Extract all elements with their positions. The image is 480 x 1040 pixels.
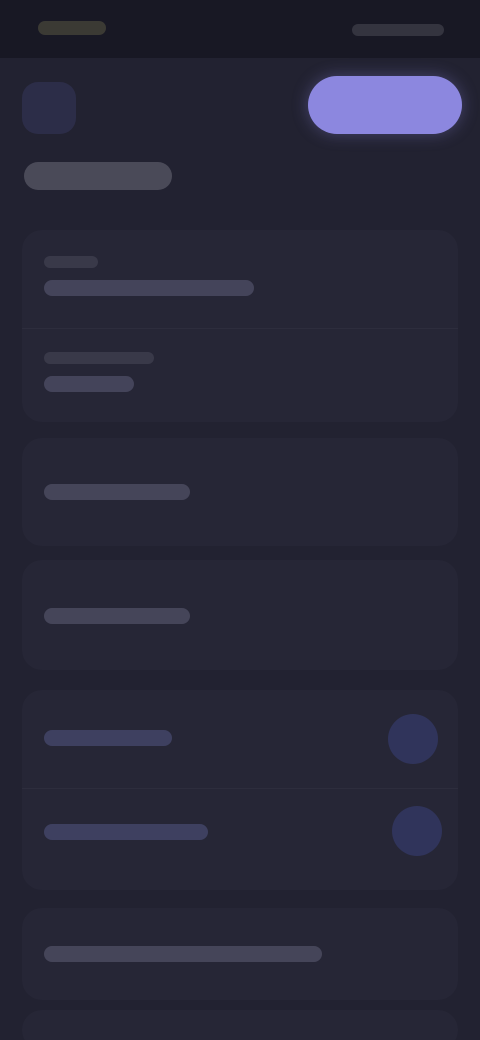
header-bar xyxy=(0,58,480,154)
screen xyxy=(0,0,480,1040)
status-bar xyxy=(0,0,480,58)
field-label-1 xyxy=(44,256,98,268)
field-value-1[interactable] xyxy=(44,280,254,296)
option-panel-2[interactable] xyxy=(22,560,458,670)
toggle-panel xyxy=(22,690,458,890)
page-title xyxy=(24,162,172,190)
field-label-2 xyxy=(44,352,154,364)
option-panel-1[interactable] xyxy=(22,438,458,546)
back-button[interactable] xyxy=(22,82,76,134)
status-icons xyxy=(352,24,444,36)
toggle-row-label-1 xyxy=(44,730,172,746)
toggle-switch-1[interactable] xyxy=(388,714,438,764)
detail-panel xyxy=(22,230,458,422)
footer-panel[interactable] xyxy=(22,908,458,1000)
field-value-2[interactable] xyxy=(44,376,134,392)
panel-divider-2 xyxy=(22,788,458,789)
toggle-switch-2[interactable] xyxy=(392,806,442,856)
panel-divider-1 xyxy=(22,328,458,329)
status-time xyxy=(38,21,106,35)
partial-panel xyxy=(22,1010,458,1040)
primary-action-button[interactable] xyxy=(308,76,462,134)
option-row-1 xyxy=(44,484,190,500)
toggle-row-label-2 xyxy=(44,824,208,840)
option-row-2 xyxy=(44,608,190,624)
footer-row xyxy=(44,946,322,962)
